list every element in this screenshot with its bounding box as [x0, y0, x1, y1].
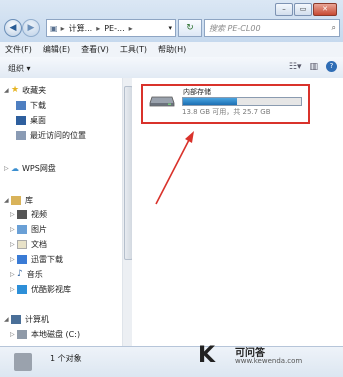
annotation-arrow: [155, 131, 194, 205]
expand-arrow-icon[interactable]: ▷: [10, 241, 17, 248]
toolbar: 组织 ▾ ☷▾ ▥ ?: [0, 57, 343, 79]
menu-tools[interactable]: 工具(T): [115, 44, 153, 55]
tree-item-local-disk[interactable]: ▷ 本地磁盘 (C:): [10, 328, 80, 340]
tree-label: 音乐: [26, 269, 43, 279]
picture-icon: [17, 224, 27, 234]
tree-label: 收藏夹: [22, 85, 47, 95]
desktop-icon: [16, 115, 26, 125]
expand-arrow-icon[interactable]: ◢: [4, 87, 11, 94]
tree-item-thunder[interactable]: ▷ 迅雷下载: [10, 253, 63, 265]
youku-icon: [17, 284, 27, 294]
menu-help[interactable]: 帮助(H): [153, 44, 192, 55]
expand-arrow-icon[interactable]: ▷: [10, 286, 17, 293]
tree-item-documents[interactable]: ▷ 文档: [10, 238, 47, 250]
expand-arrow-icon[interactable]: ◢: [4, 197, 11, 204]
cloud-icon: ☁: [11, 163, 19, 173]
search-icon[interactable]: ⌕: [332, 23, 336, 33]
expand-arrow-icon[interactable]: ◢: [4, 316, 11, 323]
tree-wps[interactable]: ▷ ☁ WPS网盘: [4, 162, 56, 174]
storage-progress-fill: [183, 98, 238, 105]
window-titlebar: – ▭ ✕ ◀ ▶ ▣ ▸ 计算... ▸ PE-... ▸ ▾ ↻ 搜索 PE…: [0, 0, 343, 42]
video-icon: [17, 209, 27, 219]
tree-item-desktop[interactable]: 桌面: [16, 114, 46, 126]
drive-small-icon: [14, 353, 32, 371]
breadcrumb-drive[interactable]: PE-...: [104, 24, 124, 33]
menu-edit[interactable]: 编辑(E): [38, 44, 76, 55]
maximize-button[interactable]: ▭: [294, 3, 312, 16]
recent-places-icon: [16, 130, 26, 140]
address-bar[interactable]: ▣ ▸ 计算... ▸ PE-... ▸ ▾: [46, 19, 176, 37]
tree-favorites[interactable]: ◢ ★ 收藏夹: [4, 84, 46, 96]
expand-arrow-icon[interactable]: ▷: [4, 165, 11, 172]
library-icon: [11, 195, 21, 205]
expand-arrow-icon[interactable]: ▷: [10, 226, 17, 233]
local-disk-icon: [17, 329, 27, 339]
computer-icon: [11, 314, 21, 324]
minimize-button[interactable]: –: [275, 3, 293, 16]
tree-label: 图片: [31, 224, 47, 234]
tree-computer[interactable]: ◢ 计算机: [4, 313, 49, 325]
address-dropdown-icon[interactable]: ▾: [168, 24, 172, 32]
navigation-row: ◀ ▶ ▣ ▸ 计算... ▸ PE-... ▸ ▾ ↻ 搜索 PE-CL00 …: [4, 18, 340, 38]
preview-pane-icon[interactable]: ▥: [309, 62, 318, 72]
close-button[interactable]: ✕: [313, 3, 337, 16]
tree-label: 库: [25, 195, 33, 205]
watermark: K 可问答 www.kewenda.com: [190, 341, 340, 371]
tree-item-pictures[interactable]: ▷ 图片: [10, 223, 47, 235]
tree-item-music[interactable]: ▷ ♪ 音乐: [10, 268, 43, 280]
tree-item-recent[interactable]: 最近访问的位置: [16, 129, 86, 141]
forward-button[interactable]: ▶: [22, 19, 40, 37]
tree-label: 优酷影视库: [31, 284, 71, 294]
menu-view[interactable]: 查看(V): [76, 44, 115, 55]
search-box[interactable]: 搜索 PE-CL00 ⌕: [204, 19, 340, 37]
tree-label: 本地磁盘 (C:): [31, 329, 81, 339]
thunder-download-icon: [17, 254, 27, 264]
expand-arrow-icon[interactable]: ▷: [10, 331, 17, 338]
drive-icon[interactable]: [149, 93, 175, 107]
tree-label: 桌面: [30, 115, 46, 125]
window-buttons: – ▭ ✕: [275, 3, 337, 16]
tree-label: 视频: [31, 209, 47, 219]
document-icon: [17, 239, 27, 249]
expand-arrow-icon[interactable]: ▷: [10, 256, 17, 263]
menu-file[interactable]: 文件(F): [0, 44, 38, 55]
expand-arrow-icon[interactable]: ▷: [10, 211, 17, 218]
status-text: 1 个对象: [50, 354, 82, 363]
tree-label: 文档: [31, 239, 47, 249]
tree-item-downloads[interactable]: 下载: [16, 99, 46, 111]
tree-label: 迅雷下载: [31, 254, 63, 264]
back-button[interactable]: ◀: [4, 19, 22, 37]
organize-button[interactable]: 组织 ▾: [4, 61, 35, 76]
tree-label: 计算机: [25, 314, 49, 324]
download-folder-icon: [16, 100, 26, 110]
help-icon[interactable]: ?: [326, 61, 337, 72]
search-input[interactable]: 搜索 PE-CL00: [209, 23, 261, 34]
drive-name[interactable]: 内部存储: [183, 87, 211, 97]
breadcrumb-computer[interactable]: 计算...: [69, 23, 93, 34]
tree-item-youku[interactable]: ▷ 优酷影视库: [10, 283, 71, 295]
storage-space-text: 13.8 GB 可用，共 25.7 GB: [182, 108, 271, 116]
tree-label: 下载: [30, 100, 46, 110]
navigation-pane: ◢ ★ 收藏夹 下载 桌面 最近访问的位置 ▷ ☁ WPS网盘 ◢ 库 ▷ 视频…: [0, 78, 122, 346]
refresh-button[interactable]: ↻: [178, 19, 202, 37]
computer-icon: ▣: [50, 23, 58, 33]
toolbar-icons: ☷▾ ▥ ?: [289, 61, 337, 72]
tree-label: WPS网盘: [22, 163, 56, 173]
music-icon: ♪: [17, 269, 23, 279]
expand-arrow-icon[interactable]: ▷: [10, 271, 17, 278]
watermark-url: www.kewenda.com: [235, 357, 303, 365]
menu-bar: 文件(F) 编辑(E) 查看(V) 工具(T) 帮助(H): [0, 42, 343, 57]
tree-library[interactable]: ◢ 库: [4, 194, 33, 206]
storage-progress-bar: [182, 97, 302, 106]
watermark-logo: K: [198, 343, 216, 368]
tree-item-videos[interactable]: ▷ 视频: [10, 208, 47, 220]
tree-label: 最近访问的位置: [30, 130, 86, 140]
view-options-icon[interactable]: ☷▾: [289, 62, 302, 72]
star-icon: ★: [11, 85, 20, 95]
